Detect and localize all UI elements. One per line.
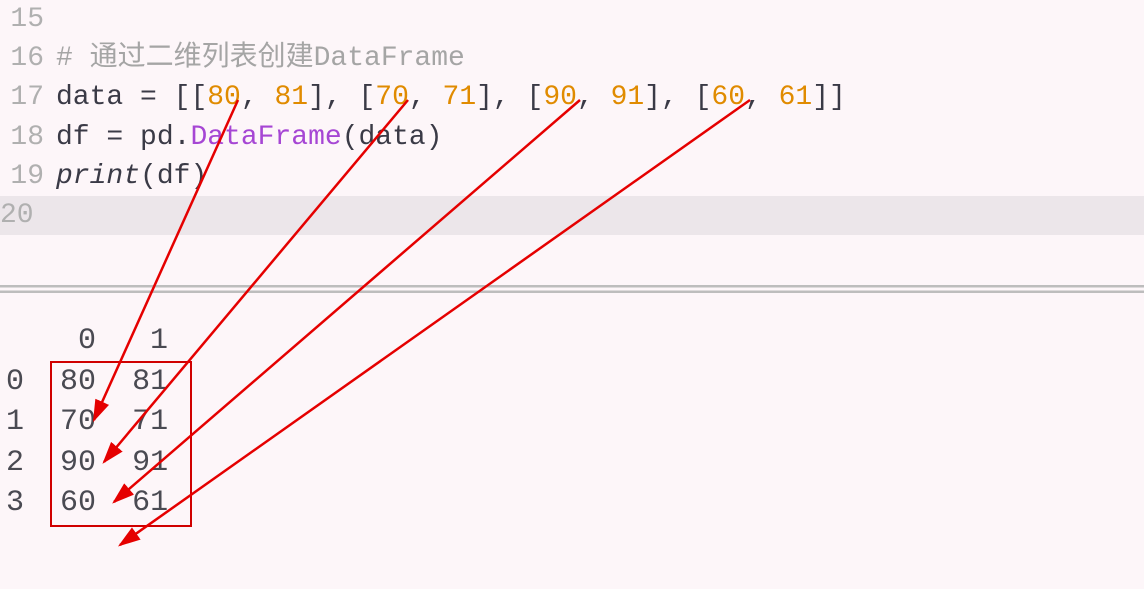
number-literal: 60 [711,82,745,113]
output-header: 0 1 [6,321,1144,362]
code-line: 15 [0,0,1144,39]
number-literal: 81 [274,82,308,113]
bracket: [[ [174,82,208,113]
number-literal: 90 [543,82,577,113]
line-number: 17 [0,78,56,117]
code-line: 17 data = [[80, 81], [70, 71], [90, 91],… [0,78,1144,117]
output-row: 0 80 81 [6,362,1144,403]
code-line: 18 df = pd.DataFrame(data) [0,118,1144,157]
number-literal: 70 [375,82,409,113]
pane-divider[interactable] [0,285,1144,293]
code-line: 19 print(df) [0,157,1144,196]
line-number: 18 [0,118,56,157]
number-literal: 71 [443,82,477,113]
code-line-current: 20 [0,196,1144,235]
line-number: 20 [0,200,46,231]
output-row: 3 60 61 [6,483,1144,524]
number-literal: 61 [779,82,813,113]
variable: df [56,122,90,153]
output-row: 1 70 71 [6,402,1144,443]
builtin-function: print [56,161,140,192]
class-name: DataFrame [190,122,341,153]
number-literal: 80 [207,82,241,113]
variable: data [56,82,123,113]
number-literal: 91 [611,82,645,113]
code-editor[interactable]: 15 16 # 通过二维列表创建DataFrame 17 data = [[80… [0,0,1144,235]
output-pane: 0 1 0 80 81 1 70 71 2 90 91 3 60 61 [0,321,1144,524]
line-number: 15 [0,0,56,39]
comment: # 通过二维列表创建DataFrame [56,43,465,74]
output-row: 2 90 91 [6,443,1144,484]
operator: = [123,82,173,113]
code-line: 16 # 通过二维列表创建DataFrame [0,39,1144,78]
line-number: 16 [0,39,56,78]
line-number: 19 [0,157,56,196]
